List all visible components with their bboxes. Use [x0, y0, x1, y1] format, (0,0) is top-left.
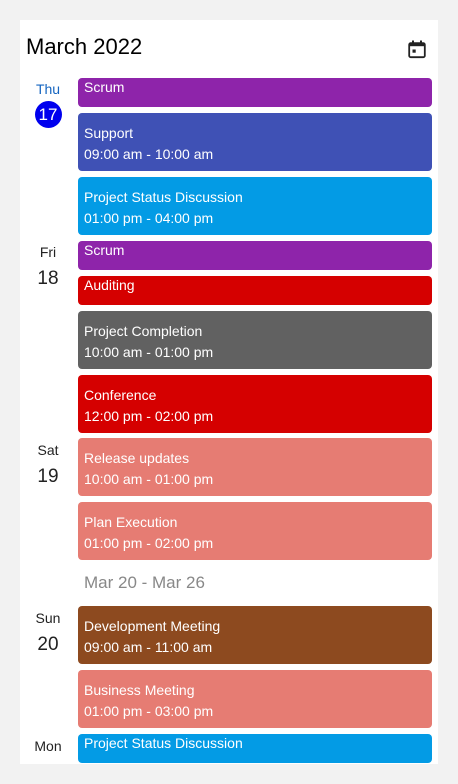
- appointment-title: Release updates: [84, 450, 190, 466]
- appointment-development-meeting[interactable]: Development Meeting 09:00 am - 11:00 am: [78, 606, 432, 664]
- appointment-project-status-discussion[interactable]: Project Status Discussion: [78, 734, 432, 763]
- appointment-title: Development Meeting: [84, 618, 221, 634]
- day-label-fri[interactable]: Fri 18: [20, 244, 76, 290]
- day-label-sun[interactable]: Sun 20: [20, 610, 76, 656]
- appointment-title: Scrum: [84, 242, 125, 258]
- appointment-title: Plan Execution: [84, 514, 178, 530]
- day-of-week: Thu: [35, 81, 61, 97]
- appointment-support[interactable]: Support 09:00 am - 10:00 am: [78, 113, 432, 171]
- appointment-auditing[interactable]: Auditing: [78, 276, 432, 305]
- day-number: 17: [34, 101, 62, 128]
- appointment-time: 01:00 pm - 04:00 pm: [84, 210, 214, 226]
- month-title[interactable]: March 2022: [26, 34, 142, 60]
- appointment-scrum[interactable]: Scrum: [78, 241, 432, 270]
- appointment-business-meeting[interactable]: Business Meeting 01:00 pm - 03:00 pm: [78, 670, 432, 728]
- appointment-release-updates[interactable]: Release updates 10:00 am - 01:00 pm: [78, 438, 432, 496]
- day-label-thu[interactable]: Thu 17: [20, 81, 76, 128]
- appointment-title: Conference: [84, 387, 157, 403]
- appointment-time: 12:00 pm - 02:00 pm: [84, 408, 214, 424]
- day-number: 20: [37, 634, 59, 655]
- appointment-time: 01:00 pm - 02:00 pm: [84, 535, 214, 551]
- day-of-week: Fri: [39, 244, 57, 260]
- appointment-conference[interactable]: Conference 12:00 pm - 02:00 pm: [78, 375, 432, 433]
- appointment-title: Support: [84, 125, 134, 141]
- appointment-time: 09:00 am - 10:00 am: [84, 146, 214, 162]
- appointment-title: Business Meeting: [84, 682, 195, 698]
- appointment-time: 10:00 am - 01:00 pm: [84, 344, 214, 360]
- day-number: 19: [37, 466, 59, 487]
- day-label-sat[interactable]: Sat 19: [20, 442, 76, 488]
- appointment-title: Scrum: [84, 79, 125, 95]
- week-range-header: Mar 20 - Mar 26: [84, 573, 205, 592]
- day-of-week: Mon: [34, 738, 62, 754]
- day-of-week: Sun: [35, 610, 61, 626]
- appointment-title: Auditing: [84, 277, 135, 293]
- appointment-time: 01:00 pm - 03:00 pm: [84, 703, 214, 719]
- appointment-time: 10:00 am - 01:00 pm: [84, 471, 214, 487]
- appointment-time: 09:00 am - 11:00 am: [84, 639, 213, 655]
- day-of-week: Sat: [37, 442, 59, 458]
- appointment-plan-execution[interactable]: Plan Execution 01:00 pm - 02:00 pm: [78, 502, 432, 560]
- calendar-button[interactable]: [404, 36, 430, 62]
- calendar-icon: [407, 39, 427, 59]
- appointment-scrum[interactable]: Scrum: [78, 78, 432, 107]
- appointment-title: Project Status Discussion: [84, 735, 243, 751]
- schedule-header: March 2022: [20, 20, 438, 76]
- appointment-title: Project Status Discussion: [84, 189, 243, 205]
- day-number: 18: [37, 268, 59, 289]
- day-label-mon[interactable]: Mon: [20, 738, 76, 754]
- appointment-project-status-discussion[interactable]: Project Status Discussion 01:00 pm - 04:…: [78, 177, 432, 235]
- appointment-project-completion[interactable]: Project Completion 10:00 am - 01:00 pm: [78, 311, 432, 369]
- schedule-card: March 2022 Thu 17 Scrum Support 09:00 am…: [20, 20, 438, 764]
- appointment-title: Project Completion: [84, 323, 203, 339]
